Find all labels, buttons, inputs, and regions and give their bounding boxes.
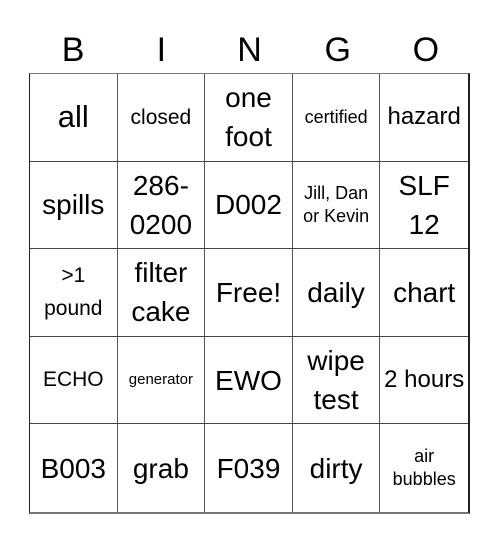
bingo-cell[interactable]: >1 pound bbox=[30, 249, 118, 337]
cell-text: 286-0200 bbox=[129, 169, 193, 240]
header-letter-n: N bbox=[237, 31, 262, 69]
cell-text: dirty bbox=[309, 452, 363, 484]
bingo-cell[interactable]: air bubbles bbox=[380, 424, 468, 512]
bingo-cell[interactable]: generator bbox=[117, 336, 206, 425]
bingo-cell[interactable]: chart bbox=[380, 249, 468, 337]
bingo-cell[interactable]: grab bbox=[118, 424, 206, 512]
bingo-header: B I N G O bbox=[29, 28, 470, 72]
cell-text: EWO bbox=[215, 364, 282, 396]
cell-text: grab bbox=[132, 452, 189, 484]
bingo-cell[interactable]: filter cake bbox=[117, 249, 206, 337]
cell-text: filter cake bbox=[131, 257, 191, 328]
cell-text: SLF 12 bbox=[398, 169, 450, 240]
header-letter-i: I bbox=[156, 31, 167, 69]
bingo-cell[interactable]: hazard bbox=[380, 74, 468, 162]
cell-text: air bubbles bbox=[392, 445, 456, 490]
bingo-cell[interactable]: D002 bbox=[205, 161, 293, 250]
cell-text: generator bbox=[128, 371, 193, 389]
cell-text: D002 bbox=[215, 189, 282, 221]
bingo-cell[interactable]: SLF 12 bbox=[380, 162, 468, 250]
cell-text: F039 bbox=[216, 452, 281, 484]
cell-text: daily bbox=[307, 276, 365, 308]
cell-text: 2 hours bbox=[384, 366, 465, 394]
bingo-cell[interactable]: one foot bbox=[205, 74, 293, 162]
cell-text: chart bbox=[393, 276, 456, 308]
bingo-cell[interactable]: dirty bbox=[293, 424, 381, 512]
bingo-cell[interactable]: ECHO bbox=[30, 336, 118, 425]
cell-text: ECHO bbox=[42, 368, 104, 392]
cell-text: B003 bbox=[40, 452, 106, 484]
cell-text: Jill, Dan or Kevin bbox=[303, 182, 370, 226]
cell-text: one foot bbox=[225, 82, 272, 153]
bingo-cell[interactable]: EWO bbox=[205, 336, 293, 425]
bingo-cell[interactable]: F039 bbox=[205, 424, 293, 512]
bingo-cell[interactable]: wipe test bbox=[292, 336, 381, 425]
cell-text: all bbox=[57, 98, 89, 134]
header-letter-b: B bbox=[61, 31, 85, 69]
cell-text: spills bbox=[42, 189, 105, 221]
header-letter-g: G bbox=[324, 31, 351, 69]
cell-text: closed bbox=[130, 105, 192, 129]
bingo-cell[interactable]: 286-0200 bbox=[117, 161, 206, 250]
bingo-cell[interactable]: B003 bbox=[30, 424, 118, 512]
cell-text: >1 pound bbox=[44, 263, 103, 321]
bingo-cell[interactable]: 2 hours bbox=[380, 337, 468, 425]
bingo-cell[interactable]: certified bbox=[292, 74, 381, 162]
free-space-cell[interactable]: Free! bbox=[205, 249, 293, 337]
header-letter-o: O bbox=[412, 31, 440, 69]
cell-text: hazard bbox=[387, 102, 461, 130]
bingo-grid: all closed one foot certified hazard spi… bbox=[29, 73, 470, 514]
bingo-cell[interactable]: daily bbox=[292, 249, 381, 337]
bingo-cell[interactable]: spills bbox=[30, 161, 118, 250]
bingo-cell[interactable]: all bbox=[30, 74, 118, 162]
free-space-text: Free! bbox=[215, 276, 282, 308]
bingo-cell[interactable]: closed bbox=[117, 74, 206, 162]
bingo-cell[interactable]: Jill, Dan or Kevin bbox=[292, 161, 381, 250]
cell-text: certified bbox=[304, 106, 368, 127]
cell-text: wipe test bbox=[307, 344, 365, 416]
